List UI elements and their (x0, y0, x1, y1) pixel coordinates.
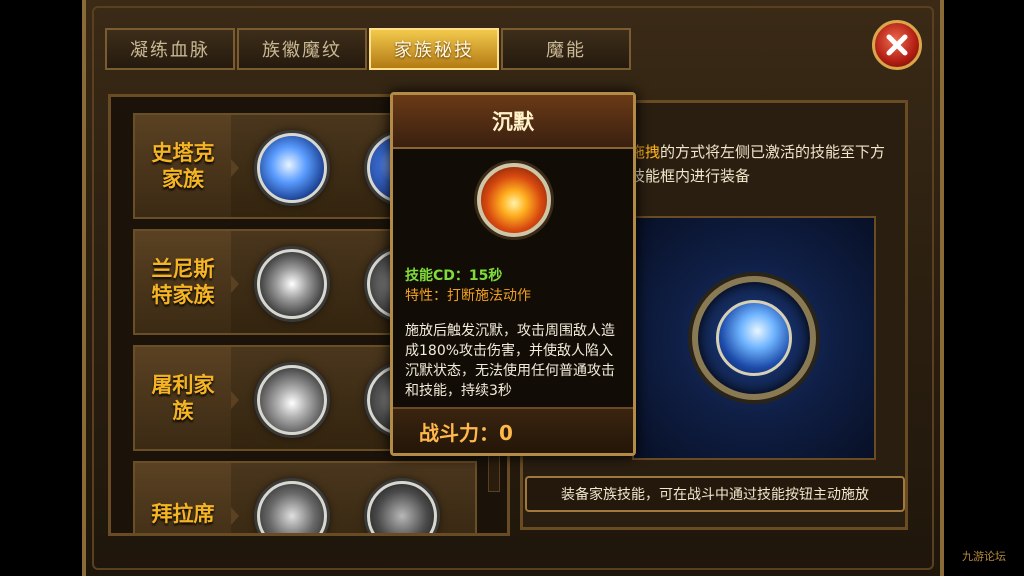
clan-arrow (231, 275, 239, 293)
tab-family-skills[interactable]: 家族秘技 (369, 28, 499, 70)
close-button[interactable] (872, 20, 922, 70)
equip-slot[interactable] (716, 300, 792, 376)
tooltip-cooldown: 技能CD：15秒 (405, 268, 503, 284)
skill-icon-silence-gray[interactable] (257, 365, 327, 435)
clan-arrow (231, 159, 239, 177)
clan-name: 史塔克 家族 (135, 115, 231, 217)
drag-hint: 拖拽的方式将左侧已激活的技能至下方技能框内进行装备 (630, 140, 890, 188)
hint-rest: 的方式将左侧已激活的技能至下方技能框内进行装备 (630, 143, 886, 185)
skill-icon-burst[interactable] (257, 249, 327, 319)
tab-magic[interactable]: 魔能 (501, 28, 631, 70)
equip-description: 装备家族技能，可在战斗中通过技能按钮主动施放 (525, 476, 905, 512)
skill-slot-preview (632, 216, 876, 460)
clan-arrow (231, 507, 239, 525)
tooltip-trait: 特性：打断施法动作 (405, 288, 531, 304)
watermark-logo: 九游论坛 (962, 550, 1006, 563)
clan-name: 兰尼斯 特家族 (135, 231, 231, 333)
tooltip-combat-power: 战斗力：0 (393, 407, 633, 453)
clan-row-baratheon[interactable]: 拜拉席 (133, 461, 477, 533)
tab-emblem[interactable]: 族徽魔纹 (237, 28, 367, 70)
clan-name: 屠利家 族 (135, 347, 231, 449)
skill-icon-wind[interactable] (257, 481, 327, 533)
tooltip-description: 施放后触发沉默，攻击周围敌人造成180%攻击伤害，并使敌人陷入沉默状态，无法使用… (405, 323, 615, 399)
skill-tooltip: 沉默 技能CD：15秒 特性：打断施法动作 施放后触发沉默，攻击周围敌人造成18… (390, 92, 636, 456)
close-icon (886, 34, 908, 56)
clan-name: 拜拉席 (135, 463, 231, 533)
clan-arrow (231, 391, 239, 409)
tooltip-title: 沉默 (393, 95, 633, 149)
tab-bloodline[interactable]: 凝练血脉 (105, 28, 235, 70)
silence-skill-icon (477, 163, 551, 237)
skill-icon-frost[interactable] (257, 133, 327, 203)
skill-icon-gear[interactable] (367, 481, 437, 533)
tab-bar: 凝练血脉 族徽魔纹 家族秘技 魔能 (105, 28, 631, 70)
